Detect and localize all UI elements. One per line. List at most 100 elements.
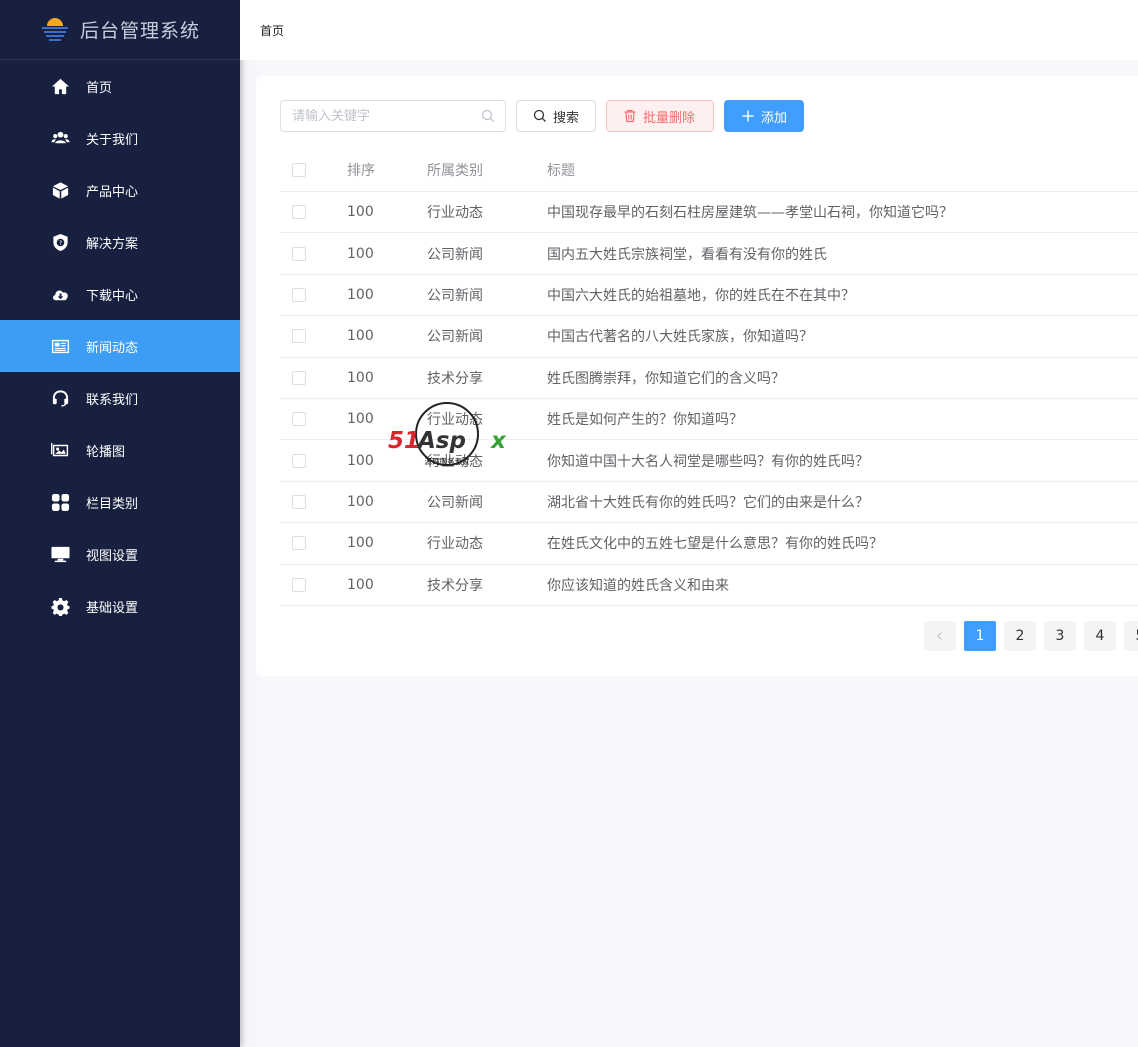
cell-title: 中国古代著名的八大姓氏家族，你知道吗？ bbox=[547, 329, 813, 346]
table-row[interactable]: 100 行业动态 你知道中国十大名人祠堂是哪些吗？有你的姓氏吗？ bbox=[280, 440, 1138, 482]
page-5-button[interactable]: 5 bbox=[1124, 621, 1138, 651]
search-icon bbox=[533, 109, 546, 122]
batch-delete-label: 批量删除 bbox=[643, 110, 696, 126]
sidebar-item-about[interactable]: 关于我们 bbox=[0, 112, 240, 164]
sidebar-item-categories[interactable]: 栏目类别 bbox=[0, 476, 240, 528]
page-1-button[interactable]: 1 bbox=[964, 621, 996, 651]
row-checkbox[interactable] bbox=[292, 494, 306, 509]
sidebar-item-products[interactable]: 产品中心 bbox=[0, 164, 240, 216]
users-icon bbox=[50, 128, 70, 148]
table-row[interactable]: 100 技术分享 姓氏图腾崇拜，你知道它们的含义吗？ bbox=[280, 358, 1138, 399]
select-all-checkbox[interactable] bbox=[292, 162, 306, 177]
cell-category: 公司新闻 bbox=[427, 246, 483, 263]
row-checkbox[interactable] bbox=[292, 246, 306, 261]
brand: 后台管理系统 bbox=[0, 0, 240, 60]
page-2-button[interactable]: 2 bbox=[1004, 621, 1036, 651]
table-row[interactable]: 100 行业动态 中国现存最早的石刻石柱房屋建筑——孝堂山石祠，你知道它吗？ bbox=[280, 192, 1138, 234]
table-row[interactable]: 100 公司新闻 湖北省十大姓氏有你的姓氏吗？它们的由来是什么？ bbox=[280, 482, 1138, 524]
prev-page-button[interactable] bbox=[924, 621, 956, 651]
page-3-button[interactable]: 3 bbox=[1044, 621, 1076, 651]
headset-icon bbox=[50, 388, 70, 408]
cell-sort: 100 bbox=[347, 328, 374, 345]
row-checkbox[interactable] bbox=[292, 205, 306, 220]
shield-question-icon: ? bbox=[50, 232, 70, 252]
search-button-label: 搜索 bbox=[553, 110, 580, 126]
cell-sort: 100 bbox=[347, 204, 374, 221]
row-checkbox[interactable] bbox=[292, 370, 306, 385]
row-check-cell bbox=[280, 329, 347, 344]
sidebar-item-label: 关于我们 bbox=[86, 132, 139, 148]
row-checkbox[interactable] bbox=[292, 287, 306, 302]
batch-delete-button[interactable]: 批量删除 bbox=[606, 100, 714, 132]
row-check-cell bbox=[280, 370, 347, 385]
cell-category: 公司新闻 bbox=[427, 287, 483, 304]
cell-sort: 100 bbox=[347, 286, 374, 303]
add-button[interactable]: 添加 bbox=[724, 100, 804, 132]
sidebar-item-carousel[interactable]: 轮播图 bbox=[0, 424, 240, 476]
cell-category: 公司新闻 bbox=[427, 494, 483, 511]
cell-sort: 100 bbox=[347, 535, 374, 552]
cell-sort: 100 bbox=[347, 493, 374, 510]
sidebar-item-downloads[interactable]: 下载中心 bbox=[0, 268, 240, 320]
search-icon bbox=[481, 109, 494, 122]
cube-icon bbox=[50, 180, 70, 200]
sidebar-item-view-settings[interactable]: 视图设置 bbox=[0, 528, 240, 580]
sidebar-item-solutions[interactable]: ? 解决方案 bbox=[0, 216, 240, 268]
cell-sort: 100 bbox=[347, 452, 374, 469]
sidebar-item-label: 视图设置 bbox=[86, 548, 139, 564]
select-all-cell bbox=[280, 162, 347, 177]
sidebar-item-label: 栏目类别 bbox=[86, 496, 139, 512]
table-row[interactable]: 100 公司新闻 中国古代著名的八大姓氏家族，你知道吗？ bbox=[280, 316, 1138, 358]
cell-sort: 100 bbox=[347, 576, 374, 593]
breadcrumb[interactable]: 首页 bbox=[260, 22, 284, 39]
table-row[interactable]: 100 行业动态 在姓氏文化中的五姓七望是什么意思？有你的姓氏吗？ bbox=[280, 523, 1138, 565]
svg-text:?: ? bbox=[58, 239, 61, 246]
grid-icon bbox=[50, 492, 70, 512]
app-title: 后台管理系统 bbox=[80, 20, 201, 42]
cell-title: 姓氏是如何产生的？你知道吗？ bbox=[547, 412, 743, 429]
cell-title: 中国六大姓氏的始祖墓地，你的姓氏在不在其中？ bbox=[547, 287, 855, 304]
sidebar-item-news[interactable]: 新闻动态 bbox=[0, 320, 240, 372]
table-row[interactable]: 100 技术分享 你应该知道的姓氏含义和由来 bbox=[280, 565, 1138, 606]
sidebar-item-label: 解决方案 bbox=[86, 236, 139, 252]
cell-category: 行业动态 bbox=[427, 412, 483, 429]
chevron-left-icon bbox=[937, 632, 942, 640]
cell-title: 湖北省十大姓氏有你的姓氏吗？它们的由来是什么？ bbox=[547, 494, 869, 511]
cell-category: 行业动态 bbox=[427, 205, 483, 222]
plus-icon bbox=[742, 110, 754, 122]
sidebar-item-label: 基础设置 bbox=[86, 600, 139, 616]
header-sort: 排序 bbox=[347, 162, 375, 179]
table-row[interactable]: 100 公司新闻 国内五大姓氏宗族祠堂，看看有没有你的姓氏 bbox=[280, 233, 1138, 275]
row-checkbox[interactable] bbox=[292, 453, 306, 468]
row-checkbox[interactable] bbox=[292, 329, 306, 344]
table-row[interactable]: 100 公司新闻 中国六大姓氏的始祖墓地，你的姓氏在不在其中？ bbox=[280, 275, 1138, 317]
row-checkbox[interactable] bbox=[292, 412, 306, 427]
cell-category: 行业动态 bbox=[427, 453, 483, 470]
sidebar-item-label: 联系我们 bbox=[86, 392, 139, 408]
table-row[interactable]: 100 行业动态 姓氏是如何产生的？你知道吗？ bbox=[280, 399, 1138, 441]
cell-category: 技术分享 bbox=[427, 370, 483, 387]
row-checkbox[interactable] bbox=[292, 577, 306, 592]
cell-category: 公司新闻 bbox=[427, 329, 483, 346]
gear-icon bbox=[50, 596, 70, 616]
sidebar: 后台管理系统 首页 关于我们 产品中心 ? 解决方案 下载中心 新闻动态 联系我… bbox=[0, 0, 240, 1047]
sidebar-item-home[interactable]: 首页 bbox=[0, 60, 240, 112]
cell-title: 中国现存最早的石刻石柱房屋建筑——孝堂山石祠，你知道它吗？ bbox=[547, 205, 953, 222]
add-button-label: 添加 bbox=[761, 110, 788, 126]
search-button[interactable]: 搜索 bbox=[516, 100, 596, 132]
toolbar: 搜索 批量删除 添加 bbox=[280, 100, 804, 132]
cell-sort: 100 bbox=[347, 369, 374, 386]
logo-icon bbox=[42, 17, 68, 41]
row-checkbox[interactable] bbox=[292, 536, 306, 551]
search-input[interactable] bbox=[281, 101, 505, 131]
header-title: 标题 bbox=[547, 162, 575, 179]
cell-title: 姓氏图腾崇拜，你知道它们的含义吗？ bbox=[547, 370, 785, 387]
cell-title: 在姓氏文化中的五姓七望是什么意思？有你的姓氏吗？ bbox=[547, 536, 883, 553]
row-check-cell bbox=[280, 205, 347, 220]
page-4-button[interactable]: 4 bbox=[1084, 621, 1116, 651]
trash-icon bbox=[624, 109, 636, 123]
top-header: 首页 bbox=[240, 0, 1138, 60]
sidebar-item-basic-settings[interactable]: 基础设置 bbox=[0, 580, 240, 632]
cell-title: 你知道中国十大名人祠堂是哪些吗？有你的姓氏吗？ bbox=[547, 453, 869, 470]
sidebar-item-contact[interactable]: 联系我们 bbox=[0, 372, 240, 424]
